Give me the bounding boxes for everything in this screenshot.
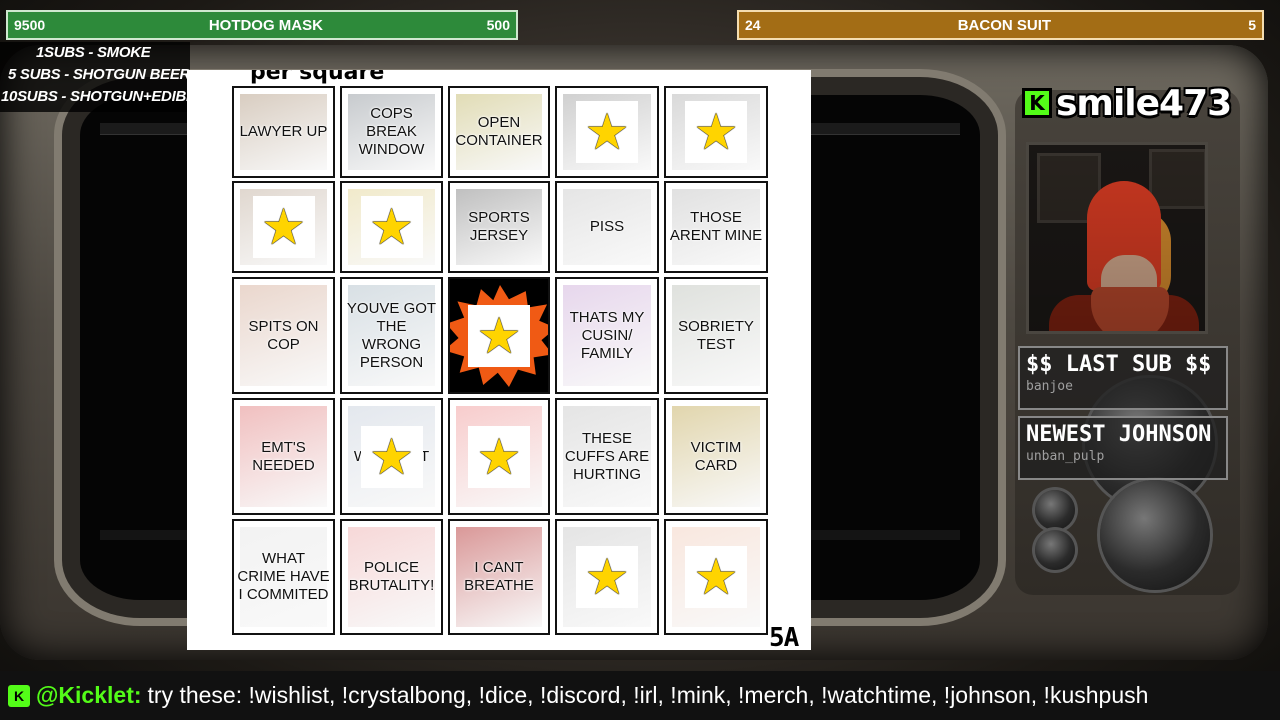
star-glyph: ★ (693, 104, 739, 160)
goal-target: 5 (1248, 17, 1256, 33)
bingo-cell-label: THATS MY CUSIN/ FAMILY (569, 308, 645, 362)
bingo-cell: SPITS ON COP (232, 277, 335, 394)
streamer-brand: K smile473 (1022, 82, 1232, 124)
bingo-cell-label: POLICE BRUTALITY! (348, 559, 435, 594)
goal-current: 24 (745, 17, 761, 33)
bingo-cell-label: SPORTS JERSEY (468, 209, 530, 244)
bingo-cell-label: OPEN CONTAINER (455, 114, 543, 149)
bingo-cell: C★ (340, 181, 443, 273)
goal-bar-bacon-suit: 24 BACON SUIT 5 (737, 10, 1264, 40)
star-glyph: ★ (476, 428, 522, 485)
webcam-feed (1026, 142, 1208, 334)
star-glyph: ★ (476, 307, 522, 364)
bingo-cell: ★ (664, 86, 768, 178)
bingo-cell: PISS (555, 181, 659, 273)
bingo-cell-label: I CANT BREATHE (464, 559, 534, 594)
star-marker-icon: ★ (576, 101, 638, 163)
star-glyph: ★ (261, 199, 306, 255)
bingo-free-space: ★ (448, 277, 550, 394)
bingo-cell: YOUVE GOT THE WRONG PERSON (340, 277, 443, 394)
kick-chat-icon: K (8, 684, 30, 707)
bingo-cell: THATS MY CUSIN/ FAMILY (555, 277, 659, 394)
star-marker-icon: ★ (685, 546, 747, 608)
bingo-cell: POLICE BRUTALITY! (340, 519, 443, 635)
star-glyph: ★ (369, 199, 414, 255)
bingo-cell-label: THESE CUFFS ARE HURTING (564, 429, 650, 483)
newest-title: NEWEST JOHNSON (1026, 422, 1212, 447)
star-marker-icon: ★ (468, 425, 530, 488)
bingo-cell-label: SPITS ON COP (248, 317, 319, 353)
goal-target: 500 (486, 17, 510, 33)
sub-reward-item: 1SUBS - SMOKE (36, 44, 151, 61)
last-sub-user: banjoe (1026, 379, 1073, 394)
bingo-card: per square LAWYER UP COPS BREAK WINDOW OPE… (187, 70, 811, 650)
bingo-cell-label: WHAT CRIME HAVE I COMMITED (237, 550, 330, 603)
star-glyph: ★ (584, 549, 630, 605)
goal-bar-hotdog-mask: 9500 HOTDOG MASK 500 (6, 10, 518, 40)
goal-title: HOTDOG MASK (208, 16, 323, 34)
goal-current: 9500 (14, 17, 46, 33)
bingo-cell-label: LAWYER UP (239, 123, 328, 140)
bingo-cell: EMT'S NEEDED (232, 398, 335, 515)
sub-reward-item: 10SUBS - SHOTGUN+EDIBLE (1, 88, 205, 105)
bingo-cell: COPS BREAK WINDOW (340, 86, 443, 178)
bingo-cell: VICTIM CARD (664, 398, 768, 515)
bingo-cell: SPORTS JERSEY (448, 181, 550, 273)
star-marker-icon: ★ (360, 196, 423, 258)
tv-knob-brightness (1035, 490, 1075, 530)
bingo-cell-label: THOSE ARENT MINE (669, 209, 763, 244)
bingo-cell-label: SOBRIETY TEST (678, 317, 754, 353)
bingo-cell: WARRANT★ (340, 398, 443, 515)
star-glyph: ★ (584, 104, 630, 160)
bingo-cell-label: VICTIM CARD (690, 438, 742, 474)
bingo-header: per square (250, 70, 385, 85)
bingo-cell-label: COPS BREAK WINDOW (358, 105, 425, 158)
star-marker-icon: ★ (685, 101, 747, 163)
bingo-cell: I CANT BREATHE (448, 519, 550, 635)
bingo-cell-label: EMT'S NEEDED (252, 438, 315, 474)
tv-knob-contrast (1035, 530, 1075, 570)
streamer-name: smile473 (1056, 82, 1232, 124)
last-sub-title: $$ LAST SUB $$ (1026, 352, 1212, 377)
bingo-cell: ★ (555, 86, 659, 178)
chat-ticker: K @Kicklet: try these: !wishlist, !cryst… (0, 671, 1280, 720)
bingo-cell-label: PISS (589, 218, 625, 235)
star-marker-icon: ★ (252, 196, 315, 258)
newest-box: NEWEST JOHNSON unban_pulp (1018, 416, 1228, 480)
newest-user: unban_pulp (1026, 449, 1105, 464)
bingo-cell: S★ (232, 181, 335, 273)
bingo-cell: ★ (664, 519, 768, 635)
star-marker-icon: ★ (360, 425, 423, 488)
bingo-cell: SOBRIETY TEST (664, 277, 768, 394)
bingo-cell: LAWYER UP (232, 86, 335, 178)
sub-reward-item: 5 SUBS - SHOTGUN BEER (8, 66, 191, 83)
stream-overlay: 9500 HOTDOG MASK 500 24 BACON SUIT 5 1SU… (0, 0, 1280, 720)
bingo-cell: WHAT CRIME HAVE I COMMITED (232, 519, 335, 635)
bingo-cell: THESE CUFFS ARE HURTING (555, 398, 659, 515)
bingo-cell-label: YOUVE GOT THE WRONG PERSON (346, 299, 437, 371)
star-marker-icon: ★ (468, 304, 530, 367)
chat-message: try these: !wishlist, !crystalbong, !dic… (147, 682, 1149, 708)
bingo-cell: ★ (448, 398, 550, 515)
star-glyph: ★ (369, 428, 414, 485)
star-glyph: ★ (693, 549, 739, 605)
bingo-card-code: 5A (769, 623, 799, 650)
bingo-cell: THOSE ARENT MINE (664, 181, 768, 273)
bingo-cell: OPEN CONTAINER (448, 86, 550, 178)
bingo-cell: ★ (555, 519, 659, 635)
kick-logo-icon: K (1022, 88, 1052, 118)
sub-rewards-list: 1SUBS - SMOKE 5 SUBS - SHOTGUN BEER 10SU… (0, 42, 205, 112)
goal-title: BACON SUIT (957, 16, 1052, 34)
last-sub-box: $$ LAST SUB $$ banjoe (1018, 346, 1228, 410)
star-marker-icon: ★ (576, 546, 638, 608)
chat-username: @Kicklet: (36, 682, 142, 708)
tv-channel-dial (1100, 480, 1210, 590)
